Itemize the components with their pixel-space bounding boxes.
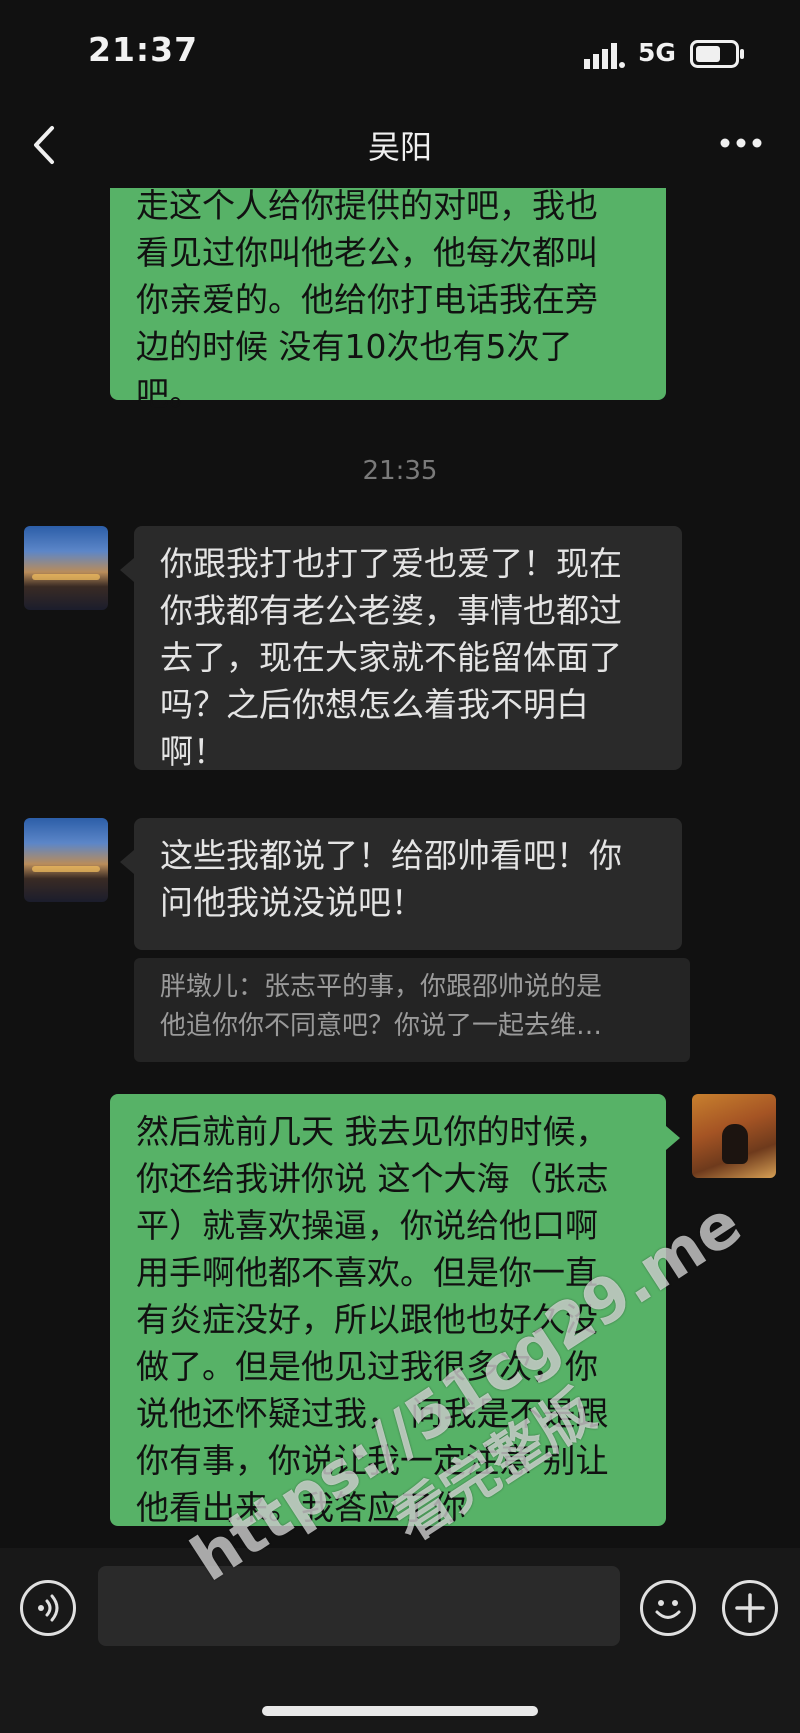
more-options-icon[interactable]: [716, 128, 766, 158]
contact-avatar[interactable]: [24, 818, 108, 902]
message-input[interactable]: [98, 1566, 620, 1646]
voice-input-button[interactable]: [20, 1580, 76, 1636]
message-text: 这些我都说了！给邵帅看吧！你 问他我说没说吧！: [160, 836, 622, 922]
plus-icon: [735, 1593, 765, 1623]
message-text: 你跟我打也打了爱也爱了！现在 你我都有老公老婆，事情也都过 去了，现在大家就不能…: [160, 544, 622, 771]
chat-title: 吴阳: [367, 128, 432, 166]
chat-header: 吴阳: [0, 108, 800, 188]
more-actions-button[interactable]: [722, 1580, 778, 1636]
status-bar: 21:37 5G: [0, 0, 800, 108]
message-list[interactable]: 走这个人给你提供的对吧，我也 看见过你叫他老公，他每次都叫 你亲爱的。他给你打电…: [0, 188, 800, 1548]
received-message[interactable]: 这些我都说了！给邵帅看吧！你 问他我说没说吧！: [120, 818, 682, 950]
status-time: 21:37: [88, 30, 199, 69]
message-text: 然后就前几天 我去见你的时候， 你还给我讲你说 这个大海（张志 平）就喜欢操逼，…: [136, 1112, 609, 1527]
voice-icon: [38, 1594, 59, 1622]
user-avatar[interactable]: [692, 1094, 776, 1178]
received-message[interactable]: 你跟我打也打了爱也爱了！现在 你我都有老公老婆，事情也都过 去了，现在大家就不能…: [120, 526, 682, 771]
message-timestamp: 21:35: [362, 456, 438, 486]
sent-message[interactable]: 然后就前几天 我去见你的时候， 你还给我讲你说 这个大海（张志 平）就喜欢操逼，…: [110, 1094, 680, 1527]
emoji-button[interactable]: [640, 1580, 696, 1636]
signal-icon: [584, 43, 625, 69]
home-indicator[interactable]: [262, 1706, 538, 1716]
input-bar: [0, 1548, 800, 1733]
battery-icon: [690, 40, 744, 68]
contact-avatar[interactable]: [24, 526, 108, 610]
sent-message[interactable]: 走这个人给你提供的对吧，我也 看见过你叫他老公，他每次都叫 你亲爱的。他给你打电…: [110, 188, 666, 413]
network-type: 5G: [638, 38, 676, 67]
quoted-reply[interactable]: 胖墩儿：张志平的事，你跟邵帅说的是 他追你你不同意吧？你说了一起去维…: [134, 958, 690, 1062]
emoji-icon: [655, 1600, 681, 1619]
message-text: 走这个人给你提供的对吧，我也 看见过你叫他老公，他每次都叫 你亲爱的。他给你打电…: [136, 188, 598, 413]
